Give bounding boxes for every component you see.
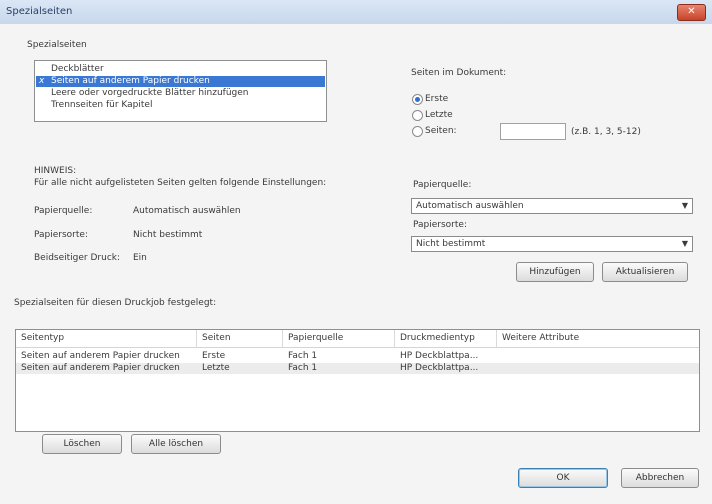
table-header: Seitentyp Seiten Papierquelle Druckmedie… (16, 330, 699, 348)
radio-first[interactable] (412, 94, 423, 105)
check-mark: x (39, 76, 45, 86)
window-title: Spezialseiten (6, 6, 73, 17)
paper-source-label: Papierquelle: (413, 180, 472, 190)
column-header-media-type[interactable]: Druckmedientyp (395, 330, 497, 347)
pages-in-document-label: Seiten im Dokument: (411, 68, 507, 78)
table-row[interactable]: Seiten auf anderem Papier drucken Letzte… (16, 363, 699, 374)
table-cell: HP Deckblattpa... (400, 351, 479, 361)
table-row[interactable]: Seiten auf anderem Papier drucken Erste … (16, 351, 699, 362)
radio-first-label: Erste (425, 94, 449, 104)
note-paper-type-label: Papiersorte: (34, 230, 88, 240)
paper-type-dropdown[interactable]: Nicht bestimmt ▼ (411, 236, 693, 252)
column-header-pages[interactable]: Seiten (197, 330, 283, 347)
radio-pages-label: Seiten: (425, 126, 457, 136)
job-table-caption: Spezialseiten für diesen Druckjob festge… (14, 298, 217, 308)
paper-type-value: Nicht bestimmt (416, 239, 486, 249)
title-bar: Spezialseiten ✕ (0, 0, 712, 25)
radio-pages[interactable] (412, 126, 423, 137)
list-item[interactable]: Leere oder vorgedruckte Blätter hinzufüg… (36, 88, 325, 99)
column-header-page-type[interactable]: Seitentyp (16, 330, 197, 347)
table-cell: Seiten auf anderem Papier drucken (21, 363, 180, 373)
special-pages-list[interactable]: Deckblätter x Seiten auf anderem Papier d… (34, 60, 327, 122)
list-item[interactable]: x Seiten auf anderem Papier drucken (36, 76, 325, 87)
table-cell: Fach 1 (288, 351, 318, 361)
radio-last[interactable] (412, 110, 423, 121)
delete-button[interactable]: Löschen (42, 434, 122, 454)
pages-hint: (z.B. 1, 3, 5-12) (571, 127, 641, 137)
note-duplex-value: Ein (133, 253, 147, 263)
note-paper-source-label: Papierquelle: (34, 206, 93, 216)
list-item-label: Deckblätter (51, 64, 104, 74)
ok-button[interactable]: OK (518, 468, 608, 488)
add-button[interactable]: Hinzufügen (516, 262, 594, 282)
delete-all-button[interactable]: Alle löschen (131, 434, 221, 454)
note-heading: HINWEIS: (34, 166, 77, 176)
table-cell: HP Deckblattpa... (400, 363, 479, 373)
list-item[interactable]: Deckblätter (36, 64, 325, 75)
radio-last-label: Letzte (425, 110, 453, 120)
list-item-label: Seiten auf anderem Papier drucken (51, 76, 210, 86)
job-table: Seitentyp Seiten Papierquelle Druckmedie… (15, 329, 700, 432)
table-cell: Erste (202, 351, 226, 361)
note-duplex-label: Beidseitiger Druck: (34, 253, 121, 263)
paper-type-label: Papiersorte: (413, 220, 467, 230)
list-item[interactable]: Trennseiten für Kapitel (36, 100, 325, 111)
update-button[interactable]: Aktualisieren (602, 262, 688, 282)
column-header-paper-source[interactable]: Papierquelle (283, 330, 395, 347)
table-cell: Letzte (202, 363, 230, 373)
special-pages-dialog: Spezialseiten ✕ Spezialseiten Deckblätte… (0, 0, 712, 504)
note-text: Für alle nicht aufgelisteten Seiten gelt… (34, 178, 327, 188)
pages-input[interactable] (500, 123, 566, 140)
close-button[interactable]: ✕ (677, 4, 706, 21)
chevron-down-icon: ▼ (681, 201, 688, 210)
note-paper-source-value: Automatisch auswählen (133, 206, 241, 216)
column-header-attributes[interactable]: Weitere Attribute (497, 330, 699, 347)
paper-source-value: Automatisch auswählen (416, 201, 524, 211)
paper-source-dropdown[interactable]: Automatisch auswählen ▼ (411, 198, 693, 214)
list-item-label: Trennseiten für Kapitel (51, 100, 153, 110)
cancel-button[interactable]: Abbrechen (621, 468, 699, 488)
list-item-label: Leere oder vorgedruckte Blätter hinzufüg… (51, 88, 249, 98)
group-label: Spezialseiten (27, 40, 87, 50)
table-cell: Seiten auf anderem Papier drucken (21, 351, 180, 361)
note-paper-type-value: Nicht bestimmt (133, 230, 203, 240)
chevron-down-icon: ▼ (681, 239, 688, 248)
table-cell: Fach 1 (288, 363, 318, 373)
